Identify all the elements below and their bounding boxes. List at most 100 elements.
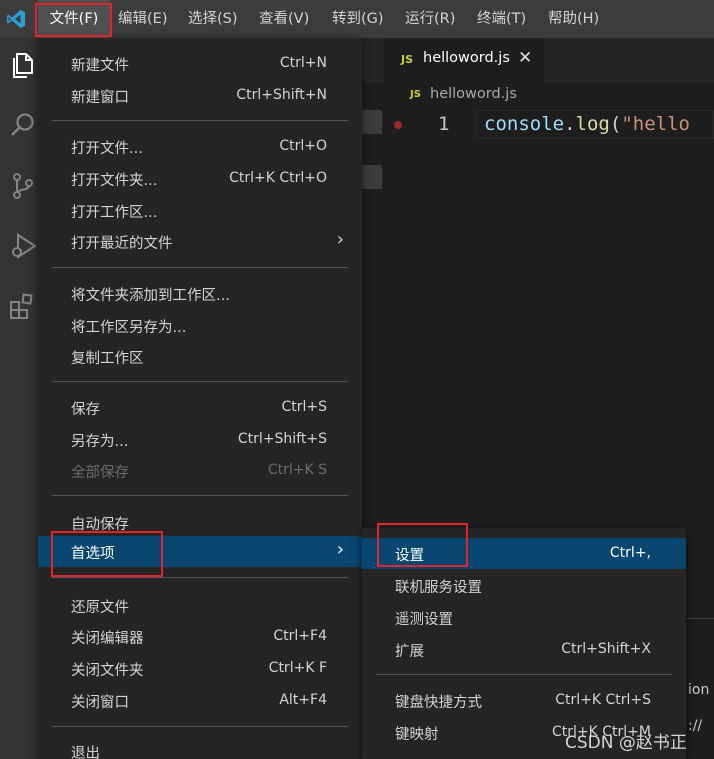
menu-item-label: 关闭编辑器 (71, 631, 144, 647)
menu-view[interactable]: 查看(V) (259, 0, 309, 38)
search-icon[interactable] (8, 110, 38, 140)
menu-item-label: 退出 (71, 746, 100, 759)
menu-item-label: 新建窗口 (71, 90, 129, 106)
menu-separator (52, 267, 348, 268)
code-token: console (484, 113, 565, 135)
javascript-file-icon: JS (401, 53, 414, 66)
menu-item-label: 自动保存 (71, 517, 129, 533)
preferences-submenu: 设置 Ctrl+, 联机服务设置 遥测设置 扩展 Ctrl+Shift+X 键盘快捷… (362, 528, 686, 759)
vscode-logo-icon (7, 10, 25, 28)
menu-item-save-workspace-as[interactable]: 将工作区另存为... (38, 310, 362, 341)
chevron-right-icon: › (336, 539, 344, 560)
menu-selection[interactable]: 选择(S) (188, 0, 238, 38)
menu-item-label: 首选项 (71, 546, 115, 562)
menu-item-close-editor[interactable]: 关闭编辑器 Ctrl+F4 (38, 621, 362, 652)
submenu-item-telemetry[interactable]: 遥测设置 (362, 602, 686, 633)
menu-item-label: 设置 (395, 548, 424, 564)
submenu-item-extensions[interactable]: 扩展 Ctrl+Shift+X (362, 634, 686, 665)
menu-item-exit[interactable]: 退出 (38, 736, 362, 759)
menu-item-open-file[interactable]: 打开文件... Ctrl+O (38, 131, 362, 162)
menu-item-add-folder-to-workspace[interactable]: 将文件夹添加到工作区... (38, 278, 362, 309)
menu-item-new-file[interactable]: 新建文件 Ctrl+N (38, 48, 362, 79)
menu-item-open-folder[interactable]: 打开文件夹... Ctrl+K Ctrl+O (38, 163, 362, 194)
menu-item-shortcut: Ctrl+O (279, 138, 327, 154)
menu-item-label: 全部保存 (71, 465, 129, 481)
menu-item-save-as[interactable]: 另存为... Ctrl+Shift+S (38, 424, 362, 455)
menu-item-shortcut: Ctrl+Shift+S (237, 431, 327, 447)
menu-item-label: 将文件夹添加到工作区... (71, 288, 230, 304)
menu-item-label: 复制工作区 (71, 351, 144, 367)
line-number: 1 (438, 113, 450, 135)
source-control-icon[interactable] (8, 171, 38, 201)
menu-item-shortcut: Ctrl+Shift+N (236, 87, 327, 103)
menu-item-save[interactable]: 保存 Ctrl+S (38, 392, 362, 423)
tab-label[interactable]: helloword.js (423, 50, 510, 66)
menu-terminal[interactable]: 终端(T) (477, 0, 526, 38)
file-menu: 新建文件 Ctrl+N 新建窗口 Ctrl+Shift+N 打开文件... Ctrl+… (38, 38, 362, 759)
menu-item-open-recent[interactable]: 打开最近的文件 › (38, 226, 362, 257)
menu-item-revert-file[interactable]: 还原文件 (38, 590, 362, 621)
menu-file[interactable]: 文件(F) (38, 0, 110, 38)
close-icon[interactable]: ✕ (518, 48, 532, 68)
menu-item-preferences[interactable]: 首选项 › (38, 536, 362, 567)
panel-text: :// (688, 718, 703, 734)
menu-item-label: 关闭文件夹 (71, 663, 144, 679)
panel-divider (686, 618, 714, 619)
menu-item-shortcut: Ctrl+K Ctrl+S (555, 692, 651, 708)
menu-item-shortcut: Ctrl+, (609, 545, 651, 561)
menu-item-shortcut: Ctrl+K F (268, 660, 327, 676)
menu-go[interactable]: 转到(G) (332, 0, 384, 38)
menu-item-open-workspace[interactable]: 打开工作区... (38, 195, 362, 226)
panel-text: ion (688, 682, 710, 698)
menu-item-close-window[interactable]: 关闭窗口 Alt+F4 (38, 685, 362, 716)
menu-separator (52, 495, 348, 496)
menu-item-shortcut: Ctrl+Shift+X (561, 641, 651, 657)
menu-separator (376, 674, 672, 675)
menu-item-label: 打开文件夹... (71, 173, 158, 189)
code-token: log (575, 113, 610, 135)
menu-item-label: 键映射 (395, 727, 439, 743)
menu-item-label: 键盘快捷方式 (395, 695, 482, 711)
menu-item-shortcut: Ctrl+S (281, 399, 327, 415)
menu-item-shortcut: Ctrl+F4 (273, 628, 327, 644)
extensions-icon[interactable] (8, 292, 38, 322)
submenu-item-keyboard-shortcuts[interactable]: 键盘快捷方式 Ctrl+K Ctrl+S (362, 685, 686, 716)
menu-separator (52, 577, 348, 578)
menu-separator (52, 120, 348, 121)
menu-item-close-folder[interactable]: 关闭文件夹 Ctrl+K F (38, 653, 362, 684)
menu-item-label: 打开文件... (71, 141, 143, 157)
menu-help[interactable]: 帮助(H) (548, 0, 599, 38)
code-token: ( (609, 113, 622, 135)
menu-item-label: 保存 (71, 402, 100, 418)
submenu-item-settings[interactable]: 设置 Ctrl+, (362, 538, 686, 569)
scroll-marker (362, 165, 382, 189)
menu-item-shortcut: Ctrl+K Ctrl+O (229, 170, 327, 186)
menu-item-shortcut: Ctrl+N (279, 55, 327, 71)
menu-edit[interactable]: 编辑(E) (118, 0, 167, 38)
menu-item-label: 还原文件 (71, 600, 129, 616)
menu-item-label: 联机服务设置 (395, 580, 482, 596)
menu-item-auto-save[interactable]: 自动保存 (38, 507, 362, 538)
menu-item-label: 另存为... (71, 434, 129, 450)
breakpoint-dot[interactable] (394, 121, 402, 129)
menu-item-shortcut: Ctrl+K S (267, 462, 327, 478)
menu-item-duplicate-workspace[interactable]: 复制工作区 (38, 341, 362, 372)
breadcrumb[interactable]: helloword.js (430, 86, 517, 102)
scroll-marker (362, 110, 382, 134)
menu-item-save-all: 全部保存 Ctrl+K S (38, 455, 362, 486)
menu-item-label: 打开工作区... (71, 205, 158, 221)
chevron-right-icon: › (336, 229, 344, 250)
menu-item-new-window[interactable]: 新建窗口 Ctrl+Shift+N (38, 80, 362, 111)
menu-item-label: 新建文件 (71, 58, 129, 74)
run-debug-icon[interactable] (8, 231, 38, 261)
code-token: "hello (621, 113, 690, 135)
code-line[interactable]: console.log("hello (484, 113, 690, 135)
submenu-item-online-services[interactable]: 联机服务设置 (362, 570, 686, 601)
menu-separator (52, 381, 348, 382)
files-icon[interactable] (8, 50, 38, 80)
menu-item-label: 扩展 (395, 644, 424, 660)
code-token: . (564, 113, 576, 135)
menu-bar: 文件(F) 编辑(E) 选择(S) 查看(V) 转到(G) 运行(R) 终端(T… (0, 0, 714, 38)
menu-run[interactable]: 运行(R) (405, 0, 455, 38)
menu-separator (52, 726, 348, 727)
